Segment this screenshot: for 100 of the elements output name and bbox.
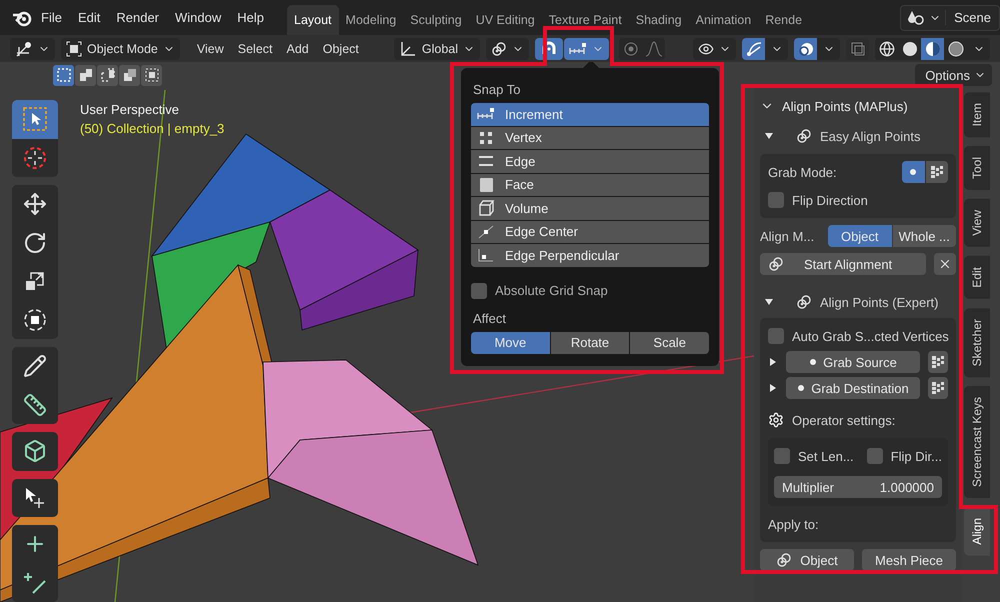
menu-item[interactable]: Window bbox=[168, 10, 228, 25]
expand-triangle-icon[interactable] bbox=[768, 383, 778, 393]
material-shading-icon bbox=[924, 40, 941, 56]
new-selection-icon bbox=[56, 67, 72, 83]
close-button[interactable] bbox=[934, 253, 956, 275]
header-menu-item[interactable]: Object bbox=[316, 42, 366, 56]
sidebar-tab[interactable]: View bbox=[964, 199, 990, 248]
checkbox[interactable] bbox=[768, 328, 784, 344]
vertex-icon bbox=[477, 130, 495, 145]
checkbox[interactable] bbox=[866, 448, 883, 464]
align-mode-button[interactable]: Object bbox=[828, 225, 892, 247]
view-name: User Perspective bbox=[80, 102, 180, 117]
sidebar-tab[interactable]: Sketcher bbox=[964, 308, 990, 378]
gizmo-icon bbox=[746, 40, 762, 56]
grab-mode-button[interactable] bbox=[902, 161, 924, 183]
scene-selector[interactable]: Scene bbox=[900, 4, 1000, 30]
sidebar-tab[interactable]: Edit bbox=[964, 256, 990, 299]
expand-triangle-icon[interactable] bbox=[764, 131, 774, 141]
sidebar-tab[interactable]: Item bbox=[964, 92, 990, 138]
header-menu-item[interactable]: Add bbox=[280, 42, 316, 56]
face-icon bbox=[477, 178, 495, 192]
add-line-icon bbox=[23, 570, 47, 595]
subpanel-title[interactable]: Easy Align Points bbox=[820, 128, 920, 144]
expand-triangle-icon[interactable] bbox=[764, 297, 774, 307]
section-label: Apply to: bbox=[768, 516, 819, 532]
grab-vertices-button[interactable] bbox=[928, 377, 948, 399]
snap-option[interactable]: Edge Center bbox=[471, 220, 709, 243]
apply-button[interactable]: Object bbox=[760, 549, 854, 571]
workspace-tab[interactable]: Rende bbox=[758, 5, 810, 35]
selection-mode-button[interactable] bbox=[141, 64, 162, 86]
affect-button[interactable]: Rotate bbox=[550, 332, 630, 354]
grab-mode-button[interactable] bbox=[926, 161, 948, 183]
menu-item[interactable]: Render bbox=[109, 10, 166, 25]
grab-button[interactable]: Grab Destination bbox=[786, 377, 920, 399]
options-dropdown[interactable]: Options bbox=[915, 64, 992, 86]
vertices-icon bbox=[931, 355, 945, 369]
snap-option[interactable]: Edge bbox=[471, 150, 709, 172]
apply-button[interactable]: Mesh Piece bbox=[862, 549, 956, 571]
eye-icon bbox=[698, 40, 714, 56]
workspace-tab[interactable]: Layout bbox=[287, 5, 339, 35]
xray-icon bbox=[850, 40, 866, 56]
close-icon bbox=[938, 257, 952, 271]
snap-option[interactable]: Edge Perpendicular bbox=[471, 244, 709, 266]
shading-mode-button[interactable] bbox=[921, 38, 944, 60]
menu-item[interactable]: Edit bbox=[70, 10, 108, 25]
workspace-tab[interactable]: Animation bbox=[688, 5, 758, 35]
panel-title[interactable]: Align Points (MAPlus) bbox=[782, 98, 908, 114]
start-alignment-button[interactable]: Start Alignment bbox=[760, 253, 926, 275]
sidebar-tab[interactable]: Tool bbox=[964, 146, 990, 190]
menu-item[interactable]: Help bbox=[230, 10, 271, 25]
checkbox[interactable] bbox=[768, 192, 784, 208]
vertices-icon bbox=[930, 165, 944, 179]
multiplier-field[interactable]: Multiplier 1.000000 bbox=[774, 476, 942, 498]
overlays-toggle[interactable] bbox=[794, 38, 818, 60]
subpanel-title[interactable]: Align Points (Expert) bbox=[820, 294, 938, 310]
workspace-tab[interactable]: Sculpting bbox=[403, 5, 469, 35]
sidebar-tab[interactable]: Screencast Keys bbox=[964, 386, 990, 498]
affect-button[interactable]: Scale bbox=[630, 332, 710, 354]
align-mode-button[interactable]: Whole ... bbox=[892, 225, 956, 247]
increment-icon bbox=[569, 42, 588, 56]
editor-type-button[interactable] bbox=[10, 38, 55, 60]
affect-button[interactable]: Move bbox=[471, 332, 550, 354]
rendered-shading-icon bbox=[948, 40, 964, 56]
snap-option[interactable]: Vertex bbox=[471, 126, 709, 149]
header-menu-item[interactable]: View bbox=[190, 42, 231, 56]
selection-mode-button[interactable] bbox=[53, 64, 74, 86]
snap-option[interactable]: Face bbox=[471, 174, 709, 196]
pivot-dropdown[interactable] bbox=[486, 38, 530, 60]
grab-button[interactable]: Grab Source bbox=[786, 351, 920, 373]
visibility-dropdown[interactable] bbox=[693, 38, 736, 60]
annotate-icon bbox=[23, 354, 47, 378]
workspace-tab[interactable]: UV Editing bbox=[468, 5, 542, 35]
gizmo-toggle[interactable] bbox=[742, 38, 766, 60]
workspace-tab[interactable]: Texture Paint bbox=[542, 5, 629, 35]
workspace-tab[interactable]: Shading bbox=[628, 5, 689, 35]
selection-mode-button[interactable] bbox=[97, 64, 118, 86]
snap-option[interactable]: Increment bbox=[471, 103, 709, 126]
selection-mode-button[interactable] bbox=[119, 64, 140, 86]
popup-section-label: Snap To bbox=[473, 82, 522, 97]
pivot-icon bbox=[491, 40, 508, 56]
checkbox[interactable] bbox=[774, 448, 790, 464]
scene-icon bbox=[907, 10, 926, 26]
orientation-dropdown[interactable]: Global bbox=[394, 38, 480, 60]
expand-triangle-icon[interactable] bbox=[768, 357, 778, 367]
mode-dropdown[interactable]: Object Mode bbox=[61, 38, 180, 60]
header-menu-item[interactable]: Select bbox=[230, 42, 280, 56]
measure-icon bbox=[23, 392, 47, 417]
settings-icon bbox=[768, 412, 784, 428]
menu-item[interactable]: File bbox=[34, 10, 69, 25]
snap-option[interactable]: Volume bbox=[471, 197, 709, 220]
field-label: Align M... bbox=[760, 228, 816, 244]
wireframe-shading-icon bbox=[878, 40, 895, 56]
workspace-tab[interactable]: Modeling bbox=[338, 5, 404, 35]
selection-mode-button[interactable] bbox=[75, 64, 96, 86]
falloff-curve-icon bbox=[644, 40, 663, 56]
snap-target-dropdown[interactable] bbox=[564, 38, 610, 60]
xray-toggle[interactable] bbox=[846, 38, 870, 60]
sidebar-tab[interactable]: Align bbox=[964, 507, 990, 556]
grab-vertices-button[interactable] bbox=[928, 351, 948, 373]
checkbox[interactable] bbox=[471, 282, 487, 298]
